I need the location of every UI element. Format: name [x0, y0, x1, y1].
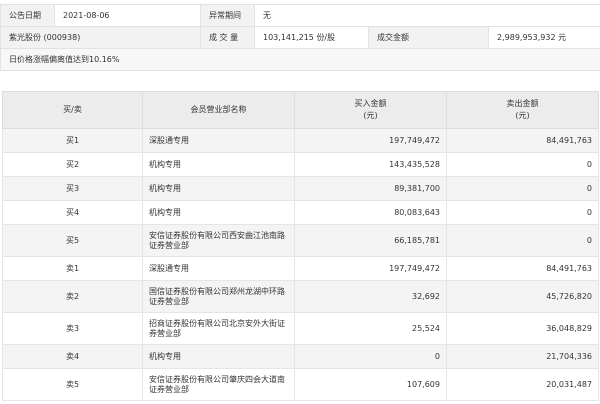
row-sell-amount: 0 [446, 176, 599, 201]
row-branch-name: 招商证券股份有限公司北京安外大街证 券营业部 [142, 312, 295, 345]
row-buy-amount: 197,749,472 [294, 128, 447, 153]
row-branch-name: 安信证券股份有限公司肇庆四会大道南 证券营业部 [142, 368, 295, 401]
row-side: 卖5 [2, 368, 143, 401]
abnormal-reason: 日价格涨幅偏离值达到10.16% [0, 48, 600, 71]
table-row: 卖5 安信证券股份有限公司肇庆四会大道南 证券营业部 107,609 20,031,48… [2, 368, 599, 401]
row-branch-name: 机构专用 [142, 200, 295, 225]
row-side: 卖3 [2, 312, 143, 345]
row-side: 买1 [2, 128, 143, 153]
trading-seats-table: 买/卖 会员营业部名称 买入金额 (元) 卖出金额 (元) 买1 深股通专用 197,7… [2, 91, 599, 401]
turnover-value: 2,989,953,932 元 [487, 26, 600, 49]
row-side: 买3 [2, 176, 143, 201]
row-buy-amount: 143,435,528 [294, 152, 447, 177]
announce-date-value: 2021-08-06 [54, 4, 201, 27]
column-header-branch: 会员营业部名称 [142, 91, 295, 129]
table-row: 卖3 招商证券股份有限公司北京安外大街证 券营业部 25,524 36,048,829 [2, 312, 599, 345]
table-row: 卖2 国信证券股份有限公司郑州龙湖中环路 证券营业部 32,692 45,726,820 [2, 280, 599, 313]
row-sell-amount: 0 [446, 200, 599, 225]
column-header-side: 买/卖 [2, 91, 143, 129]
row-buy-amount: 32,692 [294, 280, 447, 313]
row-branch-name: 机构专用 [142, 152, 295, 177]
row-branch-name: 深股通专用 [142, 256, 295, 281]
row-sell-amount: 36,048,829 [446, 312, 599, 345]
stock-name: 紫光股份 (000938) [0, 26, 201, 49]
row-branch-name: 深股通专用 [142, 128, 295, 153]
row-side: 卖1 [2, 256, 143, 281]
row-side: 买5 [2, 224, 143, 257]
row-sell-amount: 20,031,487 [446, 368, 599, 401]
row-buy-amount: 197,749,472 [294, 256, 447, 281]
column-header-sell: 卖出金额 (元) [446, 91, 599, 129]
table-row: 买2 机构专用 143,435,528 0 [2, 152, 599, 177]
row-sell-amount: 84,491,763 [446, 256, 599, 281]
info-row-stock: 紫光股份 (000938) 成 交 量 103,141,215 份/股 成交金额… [0, 26, 600, 49]
row-branch-name: 国信证券股份有限公司郑州龙湖中环路 证券营业部 [142, 280, 295, 313]
row-buy-amount: 25,524 [294, 312, 447, 345]
abnormal-period-label: 异常期间 [200, 4, 255, 27]
info-row-reason: 日价格涨幅偏离值达到10.16% [0, 48, 600, 71]
row-sell-amount: 45,726,820 [446, 280, 599, 313]
row-branch-name: 机构专用 [142, 176, 295, 201]
row-sell-amount: 21,704,336 [446, 344, 599, 369]
announce-date-label: 公告日期 [0, 4, 55, 27]
column-header-buy: 买入金额 (元) [294, 91, 447, 129]
row-buy-amount: 89,381,700 [294, 176, 447, 201]
table-row: 卖1 深股通专用 197,749,472 84,491,763 [2, 256, 599, 281]
table-row: 买1 深股通专用 197,749,472 84,491,763 [2, 128, 599, 153]
table-row: 买4 机构专用 80,083,643 0 [2, 200, 599, 225]
table-row: 买3 机构专用 89,381,700 0 [2, 176, 599, 201]
row-branch-name: 安信证券股份有限公司西安曲江池南路 证券营业部 [142, 224, 295, 257]
row-side: 卖4 [2, 344, 143, 369]
row-buy-amount: 80,083,643 [294, 200, 447, 225]
turnover-label: 成交金额 [368, 26, 489, 49]
volume-label: 成 交 量 [200, 26, 255, 49]
row-sell-amount: 0 [446, 224, 599, 257]
table-header-row: 买/卖 会员营业部名称 买入金额 (元) 卖出金额 (元) [2, 91, 599, 129]
row-buy-amount: 107,609 [294, 368, 447, 401]
announcement-info-table: 公告日期 2021-08-06 异常期间 无 紫光股份 (000938) 成 交… [0, 4, 600, 71]
table-row: 买5 安信证券股份有限公司西安曲江池南路 证券营业部 66,185,781 0 [2, 224, 599, 257]
row-side: 买4 [2, 200, 143, 225]
row-branch-name: 机构专用 [142, 344, 295, 369]
abnormal-period-value: 无 [253, 4, 600, 27]
row-side: 买2 [2, 152, 143, 177]
row-buy-amount: 66,185,781 [294, 224, 447, 257]
volume-value: 103,141,215 份/股 [254, 26, 369, 49]
info-row-date: 公告日期 2021-08-06 异常期间 无 [0, 4, 600, 27]
table-row: 卖4 机构专用 0 21,704,336 [2, 344, 599, 369]
row-side: 卖2 [2, 280, 143, 313]
row-buy-amount: 0 [294, 344, 447, 369]
row-sell-amount: 84,491,763 [446, 128, 599, 153]
row-sell-amount: 0 [446, 152, 599, 177]
